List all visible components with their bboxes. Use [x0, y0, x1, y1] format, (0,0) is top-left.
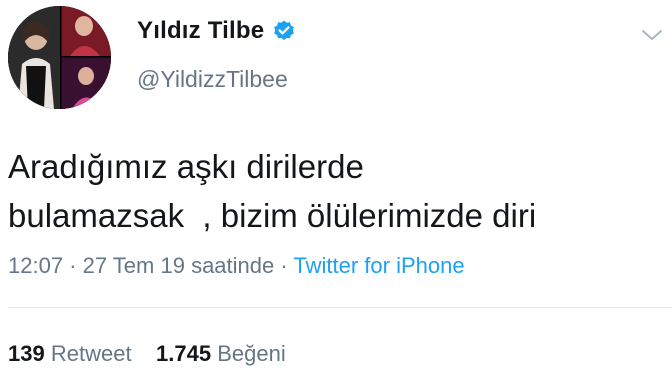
author-display-name[interactable]: Yıldız Tilbe — [137, 17, 264, 45]
divider — [8, 307, 672, 308]
meta-separator: · — [274, 253, 294, 278]
verified-badge-icon — [272, 19, 296, 43]
chevron-down-icon[interactable] — [640, 26, 664, 44]
meta-separator: · — [63, 253, 83, 278]
tweet-text-line-1: Aradığımız aşkı dirilerde — [8, 148, 364, 185]
author-handle[interactable]: @YildizzTilbee — [137, 66, 288, 93]
avatar-image — [8, 6, 111, 109]
avatar[interactable] — [8, 6, 111, 109]
author-name-row[interactable]: Yıldız Tilbe — [137, 17, 296, 45]
tweet-card: Yıldız Tilbe @YildizzTilbee Aradığımız a… — [0, 0, 672, 378]
retweet-label: Retweet — [50, 341, 132, 366]
tweet-meta: 12:07 · 27 Tem 19 saatinde · Twitter for… — [8, 253, 465, 279]
like-count: 1.745 — [156, 341, 212, 366]
tweet-text: Aradığımız aşkı dirilerde bulamazsak , b… — [8, 142, 668, 240]
tweet-stats: 139 Retweet 1.745 Beğeni — [8, 341, 286, 367]
tweet-source-link[interactable]: Twitter for iPhone — [293, 253, 464, 278]
retweet-count: 139 — [8, 341, 45, 366]
like-stat[interactable]: 1.745 Beğeni — [156, 341, 286, 366]
tweet-time[interactable]: 12:07 — [8, 253, 63, 278]
tweet-date[interactable]: 27 Tem 19 saatinde — [83, 253, 275, 278]
like-label: Beğeni — [217, 341, 286, 366]
tweet-text-line-2: bulamazsak , bizim ölülerimizde diri — [8, 197, 537, 234]
retweet-stat[interactable]: 139 Retweet — [8, 341, 132, 366]
